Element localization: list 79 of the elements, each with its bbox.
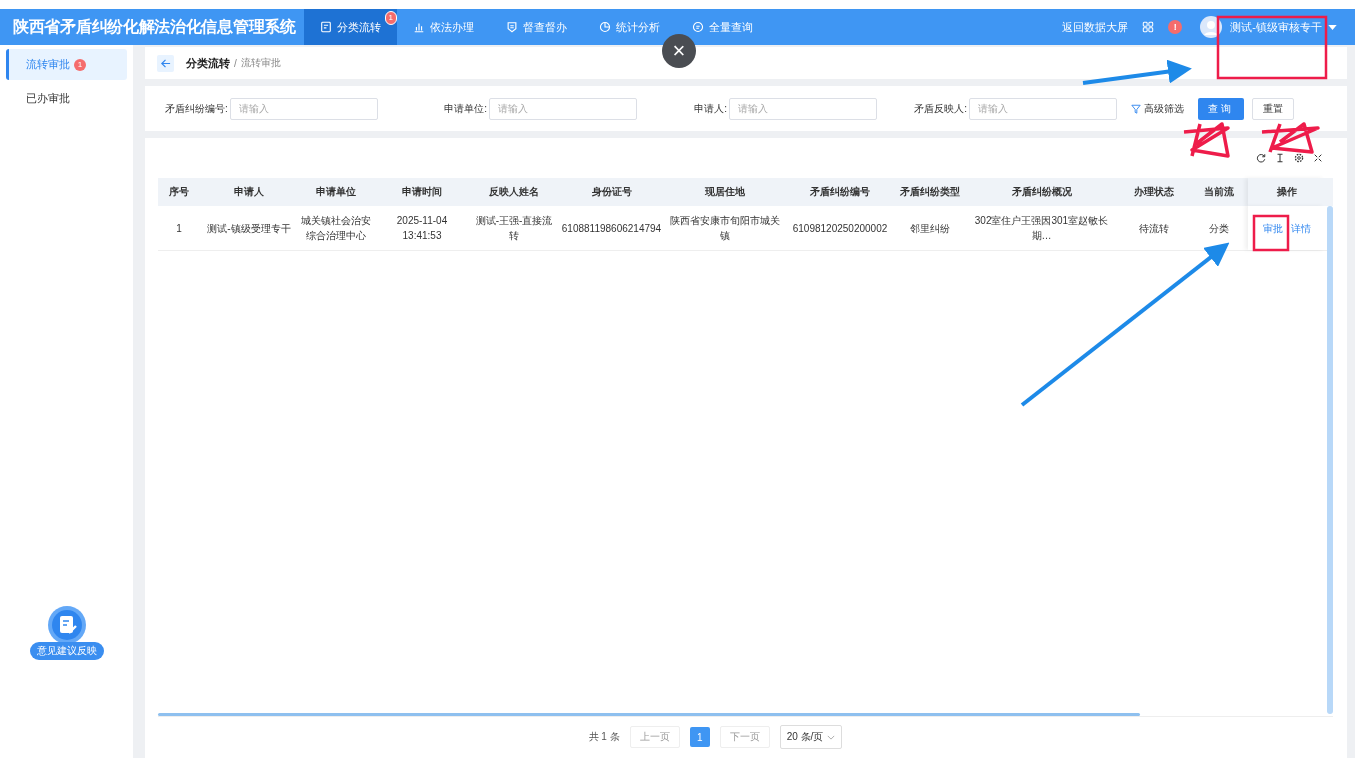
- badge-icon: [505, 21, 518, 33]
- table-cell-text: 302室住户王强因301室赵敏长期…: [973, 214, 1110, 243]
- table-cell-text: 61098120250200002: [791, 221, 889, 236]
- column-header: 矛盾纠纷编号: [809, 185, 871, 199]
- filter-icon: [1131, 103, 1141, 114]
- column-header: 操作: [1248, 178, 1325, 206]
- back-link[interactable]: 返回数据大屏: [1062, 19, 1129, 35]
- annotation-box: [1252, 214, 1290, 252]
- back-button[interactable]: [157, 54, 174, 72]
- scrollbar[interactable]: [1327, 206, 1333, 714]
- document-icon: [319, 21, 332, 33]
- input-field[interactable]: 请输入: [489, 97, 637, 120]
- column-header: 当前流: [1203, 185, 1235, 199]
- query-button[interactable]: 查询: [1198, 97, 1244, 120]
- table-cell-text: 城关镇社会治安综合治理中心: [300, 214, 372, 243]
- table-cell-text: 测试-王强-直接流转: [474, 214, 554, 243]
- field-label: 矛盾纠纷编号:: [165, 101, 228, 116]
- alert-badge[interactable]: !: [1168, 20, 1183, 34]
- refresh-icon[interactable]: [1256, 153, 1266, 163]
- table-cell-text: 610881198606214794: [560, 221, 663, 236]
- bar-chart-icon: [412, 21, 425, 33]
- action-link[interactable]: 详情: [1290, 220, 1311, 236]
- input-field[interactable]: 请输入: [729, 97, 877, 120]
- table-cell-text: 分类: [1208, 221, 1230, 236]
- count-badge: 1: [74, 58, 86, 71]
- user-name[interactable]: 测试-镇级审核专干: [1230, 19, 1322, 35]
- input-field[interactable]: 请输入: [229, 97, 378, 120]
- breadcrumb-current: 分类流转: [186, 55, 230, 71]
- input-field[interactable]: 请输入: [969, 97, 1117, 120]
- sidebar-item[interactable]: 已办审批: [6, 83, 127, 114]
- scribble-drawing: [1260, 122, 1320, 154]
- total-count: 共 1 条: [588, 730, 620, 744]
- search-icon: [691, 21, 704, 33]
- table-cell-text: 测试-镇级受理专干: [206, 221, 292, 236]
- table-cell-text: 邻里纠纷: [909, 221, 951, 236]
- column-header: 办理状态: [1133, 185, 1175, 199]
- table-cell-text: 2025-11-04 13:41:53: [395, 214, 449, 243]
- table-cell-text: 陕西省安康市旬阳市城关镇: [669, 214, 781, 243]
- field-label: 矛盾反映人:: [914, 101, 967, 116]
- column-header: 反映人姓名: [488, 185, 540, 199]
- sidebar-item[interactable]: 流转审批 1: [6, 49, 127, 80]
- avatar-icon[interactable]: [1200, 16, 1223, 38]
- column-header: 现居住地: [704, 185, 746, 199]
- column-header: 申请人: [233, 185, 265, 199]
- action-link[interactable]: 审批: [1262, 220, 1283, 236]
- grid-icon[interactable]: [1142, 21, 1155, 33]
- scribble-drawing: [1182, 122, 1230, 158]
- count-badge: 1: [384, 11, 397, 25]
- nav-tab[interactable]: 依法办理: [396, 9, 490, 45]
- page-size-select[interactable]: 20 条/页: [779, 725, 843, 749]
- column-header: 申请单位: [315, 185, 357, 199]
- fullscreen-icon[interactable]: [1313, 153, 1323, 163]
- app-title: 陕西省矛盾纠纷化解法治化信息管理系统: [12, 16, 297, 37]
- nav-tab[interactable]: 分类流转 1: [303, 9, 397, 45]
- column-header: 序号: [168, 185, 190, 199]
- settings-icon[interactable]: [1294, 153, 1304, 163]
- reset-button[interactable]: 重置: [1252, 97, 1294, 120]
- scrollbar[interactable]: [158, 713, 1140, 716]
- link-label: 高级筛选: [1144, 101, 1184, 116]
- column-height-icon[interactable]: [1275, 153, 1285, 163]
- column-header: 身份证号: [590, 185, 633, 199]
- advanced-filter-link[interactable]: 高级筛选: [1131, 101, 1184, 116]
- breadcrumb-separator: /: [234, 57, 237, 69]
- pie-chart-icon: [598, 21, 611, 33]
- breadcrumb-link[interactable]: 流转审批: [240, 56, 281, 70]
- nav-tab[interactable]: 督查督办: [489, 9, 583, 45]
- feedback-button[interactable]: 意见建议反映: [29, 642, 104, 660]
- column-header: 矛盾纠纷类型: [899, 185, 961, 199]
- table-cell-text: 1: [175, 221, 183, 236]
- page-button[interactable]: 1: [689, 727, 710, 747]
- column-header: 申请时间: [401, 185, 443, 199]
- field-label: 申请单位:: [444, 101, 487, 116]
- caret-icon[interactable]: [1328, 24, 1337, 30]
- note-icon[interactable]: [46, 605, 87, 645]
- column-header: 矛盾纠纷概况: [1010, 185, 1073, 199]
- chevron-down-icon: [827, 734, 836, 740]
- arrow-left-icon: [160, 57, 171, 69]
- table-cell-text: 待流转: [1138, 221, 1170, 236]
- field-label: 申请人:: [694, 101, 727, 116]
